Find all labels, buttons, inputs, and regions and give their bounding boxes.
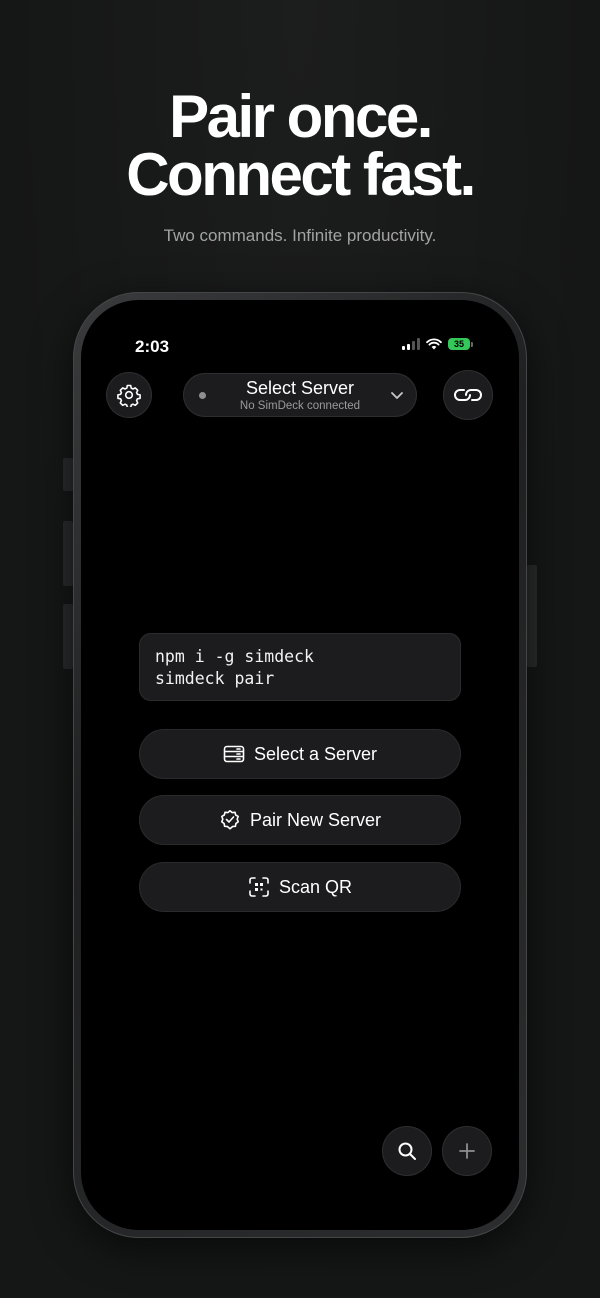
phone-action-button [63, 458, 73, 491]
status-icons: 35 [402, 338, 473, 350]
status-time: 2:03 [135, 337, 170, 356]
hero-subtitle: Two commands. Infinite productivity. [163, 226, 437, 245]
scan-qr-label: Scan QR [278, 876, 353, 897]
qr-scan-icon [249, 877, 269, 897]
link-icon [454, 389, 482, 401]
phone-screen: 2:03 35 Select Server No SimDeck connect… [81, 300, 519, 1230]
cellular-signal-icon [402, 338, 420, 350]
select-server-button[interactable]: Select a Server [139, 729, 461, 779]
plus-icon [459, 1143, 475, 1159]
select-server-label: Select a Server [253, 743, 378, 764]
server-selector-subtitle: No SimDeck connected [239, 400, 361, 412]
chevron-down-icon [391, 392, 403, 399]
battery-icon: 35 [448, 338, 473, 350]
gear-icon [117, 384, 141, 407]
code-line-2: simdeck pair [155, 669, 275, 688]
search-button[interactable] [382, 1126, 432, 1176]
link-button[interactable] [443, 370, 493, 420]
pair-new-server-label: Pair New Server [249, 809, 382, 830]
wifi-icon [426, 338, 442, 350]
hero-line-1: Pair once. [169, 83, 433, 150]
battery-level: 35 [448, 338, 470, 350]
verified-badge-icon [220, 810, 239, 830]
server-selector-title: Select Server [245, 378, 355, 398]
settings-button[interactable] [106, 372, 152, 418]
hero-line-2: Connect fast. [126, 141, 476, 208]
code-line-1: npm i -g simdeck [155, 647, 314, 666]
pair-new-server-button[interactable]: Pair New Server [139, 795, 461, 845]
search-icon [398, 1142, 416, 1160]
add-button[interactable] [442, 1126, 492, 1176]
install-commands: npm i -g simdeck simdeck pair [139, 633, 461, 701]
phone-volume-down [63, 604, 73, 669]
phone-frame: 2:03 35 Select Server No SimDeck connect… [73, 292, 527, 1238]
server-selector[interactable]: Select Server No SimDeck connected [183, 373, 417, 417]
phone-power-button [527, 565, 537, 667]
phone-volume-up [63, 521, 73, 586]
server-stack-icon [223, 745, 245, 763]
hero-headline: Pair once. Connect fast. [0, 83, 600, 208]
page: Pair once. Connect fast. Two commands. I… [0, 0, 600, 1298]
scan-qr-button[interactable]: Scan QR [139, 862, 461, 912]
